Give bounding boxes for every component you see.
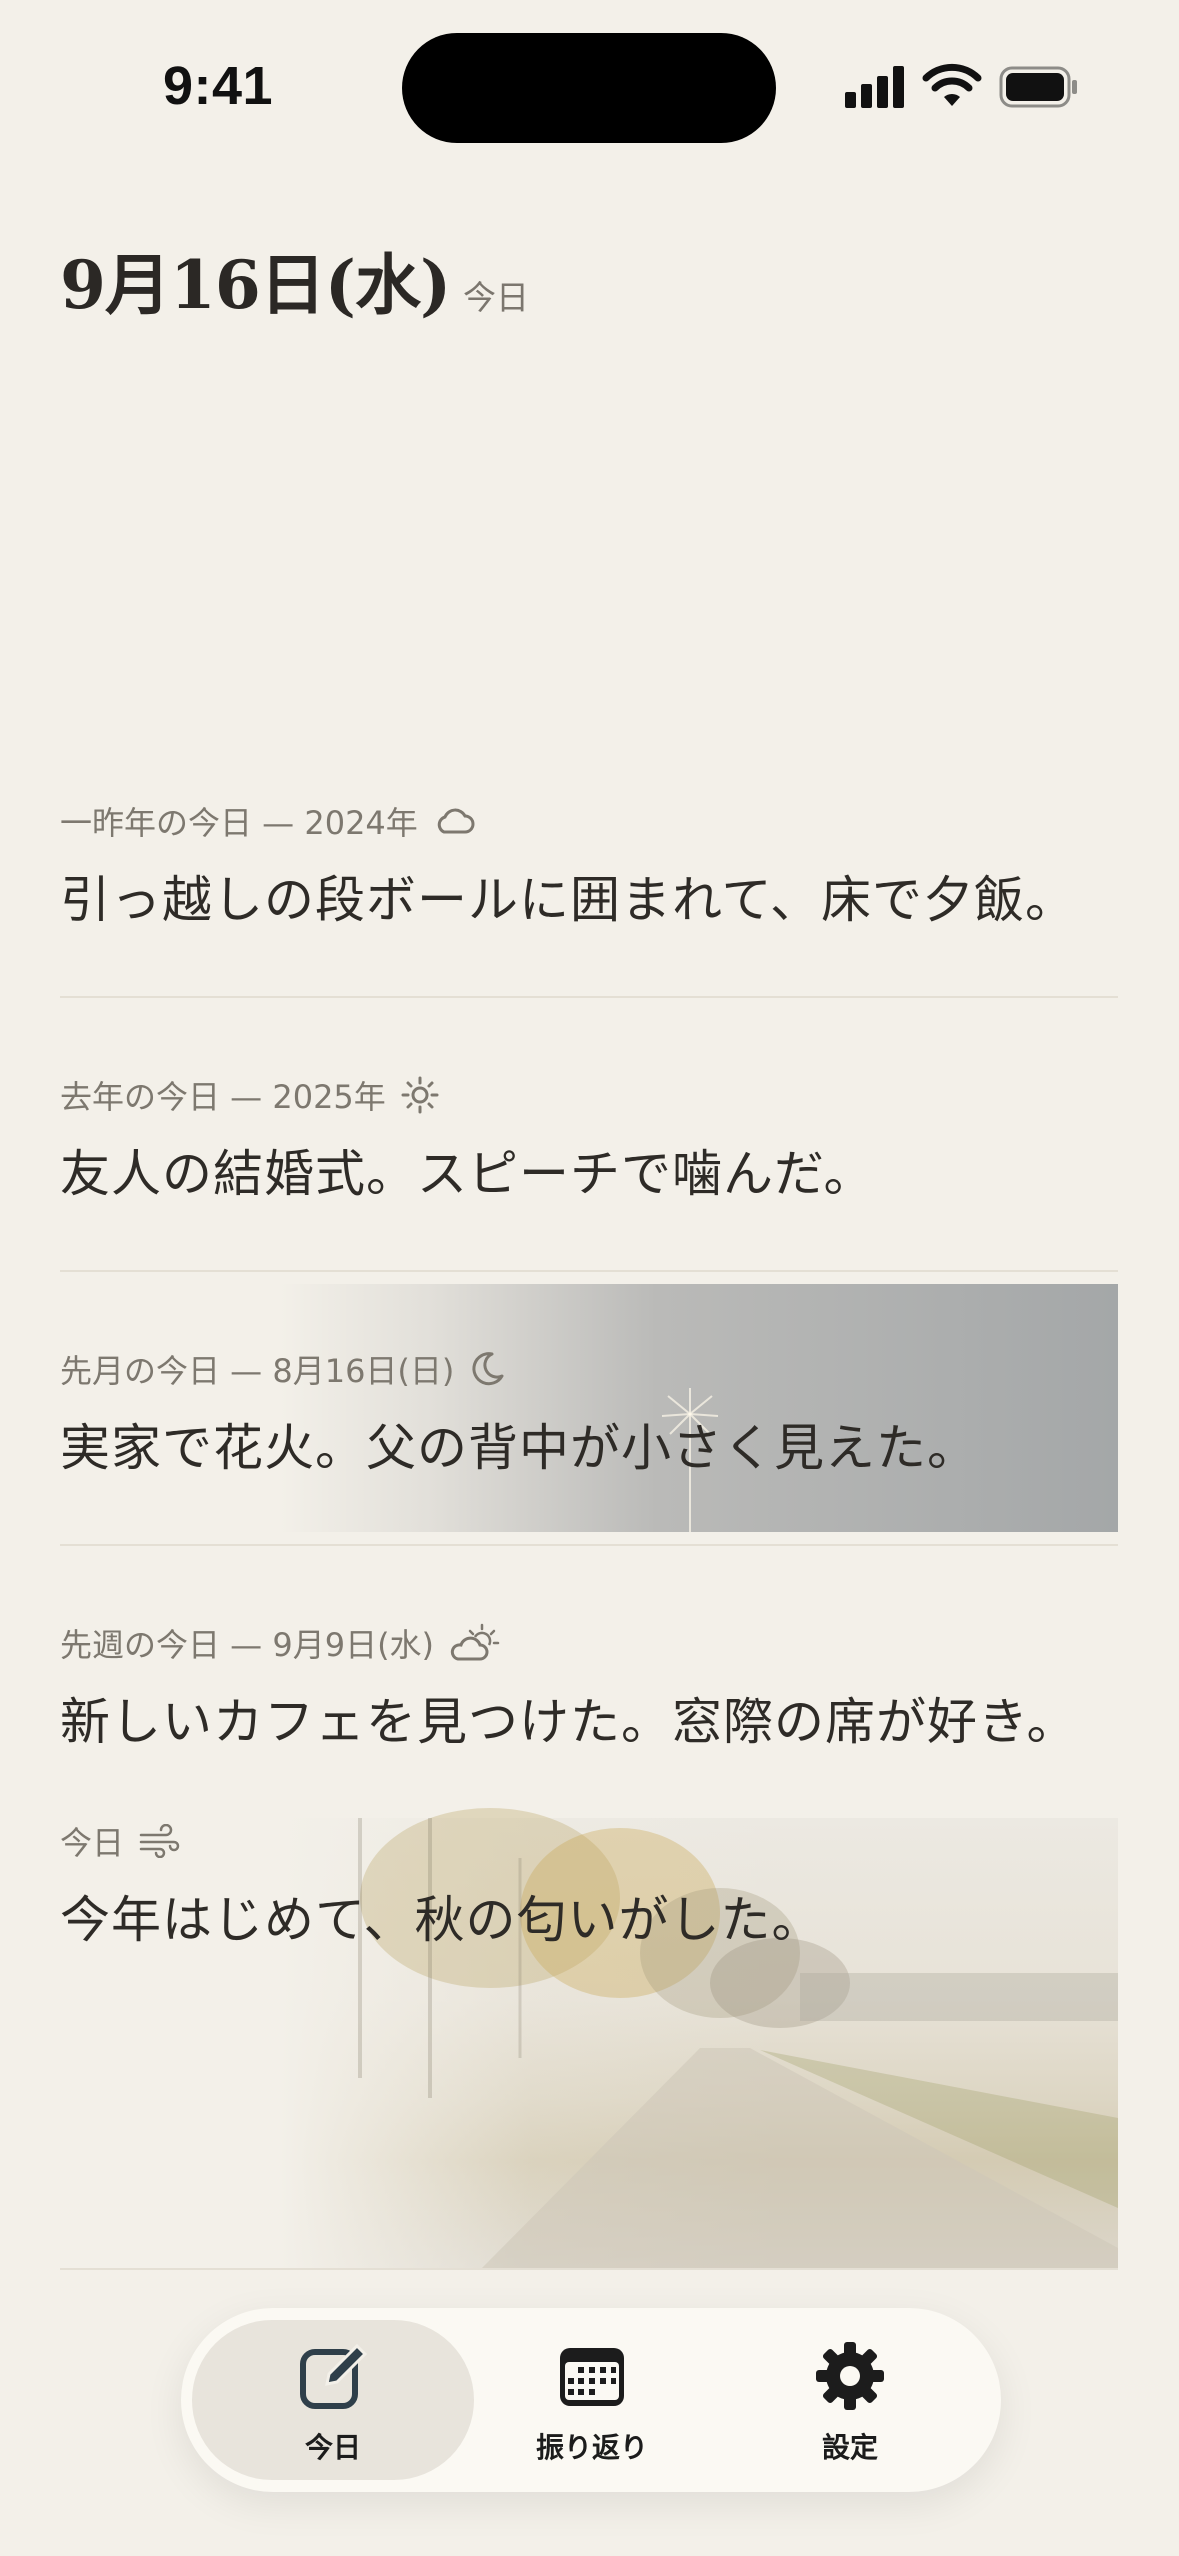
entry-text: 実家で花火。父の背中が小さく見えた。 xyxy=(60,1419,978,1477)
page-title: 9月16日(水) xyxy=(60,246,451,324)
divider xyxy=(60,1270,1118,1272)
entry-last-week[interactable]: 先週の今日 — 9月9日(水) 新しいカフェを見つけた。窓際の席が好き。 xyxy=(60,1612,1118,1751)
entry-text: 今年はじめて、秋の匂いがした。 xyxy=(60,1891,823,1949)
cloud-icon xyxy=(437,808,475,834)
sun-icon xyxy=(401,1076,439,1114)
cellular-signal-icon xyxy=(845,66,905,108)
tab-today[interactable]: 今日 xyxy=(223,2340,443,2470)
battery-icon xyxy=(999,66,1077,108)
calendar-icon xyxy=(560,2348,624,2406)
tab-label: 設定 xyxy=(821,2431,878,2464)
status-time: 9:41 xyxy=(163,56,274,116)
divider xyxy=(60,1544,1118,1546)
entry-today[interactable]: 今日 今年はじめて、秋の匂いがした。 xyxy=(60,1814,1118,1949)
entry-date-label: 去年の今日 — 2025年 xyxy=(60,1078,386,1116)
wifi-icon xyxy=(922,63,982,106)
entry-last-month[interactable]: 先月の今日 — 8月16日(日) 実家で花火。父の背中が小さく見えた。 xyxy=(60,1338,1118,1477)
entry-date-label: 先月の今日 — 8月16日(日) xyxy=(60,1352,455,1390)
entry-date-label: 一昨年の今日 — 2024年 xyxy=(60,804,418,842)
tab-review[interactable]: 振り返り xyxy=(482,2340,702,2470)
entry-last-year[interactable]: 去年の今日 — 2025年 友人の結婚式。スピーチで噛んだ。 xyxy=(60,1064,1118,1203)
tab-settings[interactable]: 設定 xyxy=(740,2340,960,2470)
divider xyxy=(60,996,1118,998)
entry-text: 引っ越しの段ボールに囲まれて、床で夕飯。 xyxy=(60,871,1076,929)
tab-label: 今日 xyxy=(304,2431,361,2464)
entry-two-years-ago[interactable]: 一昨年の今日 — 2024年 引っ越しの段ボールに囲まれて、床で夕飯。 xyxy=(60,790,1118,929)
compose-icon xyxy=(300,2343,368,2409)
divider xyxy=(60,2268,1118,2270)
dynamic-island xyxy=(402,33,776,143)
today-label: 今日 xyxy=(463,278,529,317)
wind-icon xyxy=(139,1824,180,1858)
gear-icon xyxy=(816,2342,884,2410)
entry-date-label: 今日 xyxy=(60,1824,125,1862)
entry-text: 新しいカフェを見つけた。窓際の席が好き。 xyxy=(60,1693,1078,1751)
entry-date-label: 先週の今日 — 9月9日(水) xyxy=(60,1626,435,1664)
partly-cloudy-icon xyxy=(450,1623,500,1661)
entry-text: 友人の結婚式。スピーチで噛んだ。 xyxy=(60,1145,875,1203)
moon-icon xyxy=(472,1352,504,1386)
tab-label: 振り返り xyxy=(535,2431,648,2464)
